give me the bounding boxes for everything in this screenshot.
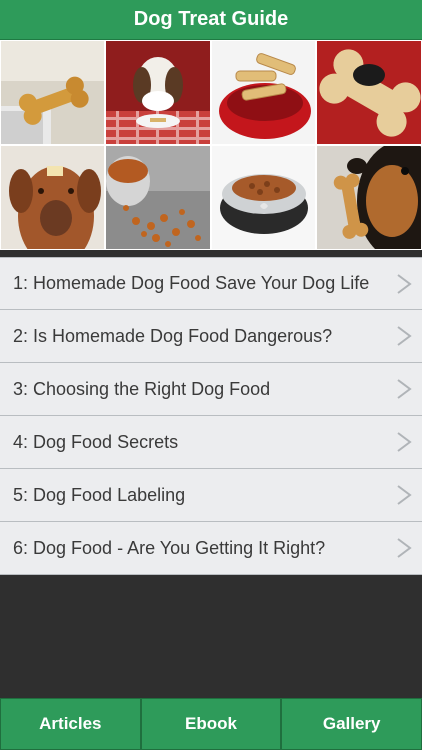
chevron-right-icon bbox=[397, 326, 412, 346]
chevron-right-icon bbox=[397, 538, 412, 558]
list-item[interactable]: 1: Homemade Dog Food Save Your Dog Life bbox=[0, 257, 422, 310]
article-list: 1: Homemade Dog Food Save Your Dog Life … bbox=[0, 257, 422, 575]
app-header: Dog Treat Guide bbox=[0, 0, 422, 40]
tab-label: Ebook bbox=[185, 714, 237, 733]
list-item-label: 2: Is Homemade Dog Food Dangerous? bbox=[13, 325, 333, 346]
bone-toaster-photo bbox=[0, 40, 105, 145]
tab-bar: Articles Ebook Gallery bbox=[0, 698, 422, 750]
list-item-label: 5: Dog Food Labeling bbox=[13, 484, 186, 505]
kibble-bowl-photo bbox=[211, 145, 316, 250]
list-item-label: 4: Dog Food Secrets bbox=[13, 431, 179, 452]
tab-label: Gallery bbox=[322, 714, 381, 733]
list-item-label: 6: Dog Food - Are You Getting It Right? bbox=[13, 537, 326, 558]
tab-articles[interactable]: Articles bbox=[0, 698, 141, 750]
tab-label: Articles bbox=[39, 714, 102, 733]
list-item[interactable]: 5: Dog Food Labeling bbox=[0, 469, 422, 522]
list-item[interactable]: 2: Is Homemade Dog Food Dangerous? bbox=[0, 310, 422, 363]
tab-gallery[interactable]: Gallery bbox=[281, 698, 422, 750]
dog-treat-on-nose-photo bbox=[0, 145, 105, 250]
page-title: Dog Treat Guide bbox=[133, 8, 289, 30]
dog-with-bone-photo bbox=[316, 145, 422, 250]
list-item-label: 3: Choosing the Right Dog Food bbox=[13, 378, 271, 399]
bone-cookie-photo bbox=[316, 40, 422, 145]
spaniel-at-table-photo bbox=[105, 40, 211, 145]
bone-treats-bowl-photo bbox=[211, 40, 316, 145]
chevron-right-icon bbox=[397, 379, 412, 399]
chevron-right-icon bbox=[397, 485, 412, 505]
list-item-label: 1: Homemade Dog Food Save Your Dog Life bbox=[13, 273, 370, 293]
chevron-right-icon bbox=[397, 432, 412, 452]
list-item[interactable]: 4: Dog Food Secrets bbox=[0, 416, 422, 469]
tab-ebook[interactable]: Ebook bbox=[140, 698, 282, 750]
chevron-right-icon bbox=[397, 273, 412, 294]
spilled-kibble-photo bbox=[105, 145, 211, 250]
list-item[interactable]: 3: Choosing the Right Dog Food bbox=[0, 363, 422, 416]
list-item[interactable]: 6: Dog Food - Are You Getting It Right? bbox=[0, 522, 422, 575]
photo-gallery bbox=[0, 40, 422, 250]
